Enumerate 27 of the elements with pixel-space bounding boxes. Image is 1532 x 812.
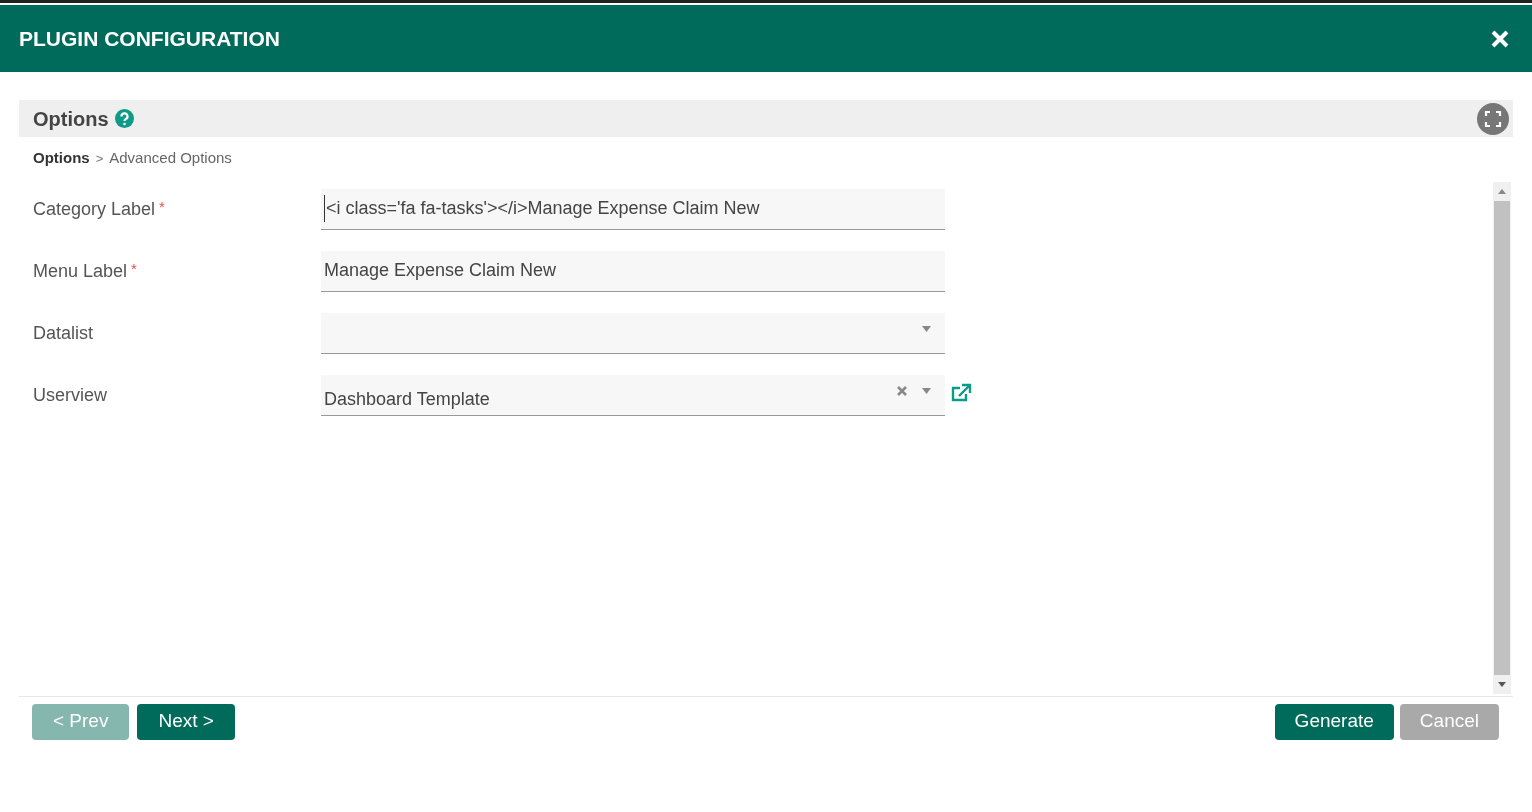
dropdown-caret-icon[interactable]	[922, 326, 931, 332]
select-field[interactable]: Dashboard Template	[321, 374, 945, 416]
required-mark: *	[159, 196, 165, 217]
close-icon[interactable]	[1490, 28, 1510, 49]
fullscreen-icon[interactable]	[1477, 102, 1509, 135]
breadcrumb-separator: >	[95, 149, 104, 168]
section-title: Options	[33, 106, 109, 132]
dropdown-caret-icon[interactable]	[922, 388, 931, 394]
breadcrumb-item: Advanced Options	[109, 148, 232, 168]
breadcrumb-item[interactable]: Options	[33, 147, 90, 170]
input-field[interactable]: <i class='fa fa-tasks'></i>Manage Expense Claim New	[321, 188, 945, 230]
clear-icon[interactable]	[896, 385, 908, 397]
select-field[interactable]	[321, 312, 945, 354]
next-button[interactable]: Next >	[137, 703, 235, 740]
scroll-down-icon[interactable]	[1498, 681, 1506, 687]
field-label: Datalist	[33, 321, 94, 345]
scroll-up-icon[interactable]	[1498, 188, 1506, 194]
field-label: Menu Label	[33, 259, 128, 283]
external-link-icon[interactable]	[950, 382, 972, 403]
dialog-title: PLUGIN CONFIGURATION	[19, 25, 280, 52]
field-label: Userview	[33, 383, 107, 407]
input-field[interactable]: Manage Expense Claim New	[321, 250, 945, 292]
help-icon[interactable]	[114, 109, 134, 128]
scrollbar[interactable]	[1493, 181, 1511, 694]
generate-button[interactable]: Generate	[1274, 703, 1394, 740]
required-mark: *	[131, 258, 137, 279]
field-label: Category Label	[33, 197, 156, 221]
